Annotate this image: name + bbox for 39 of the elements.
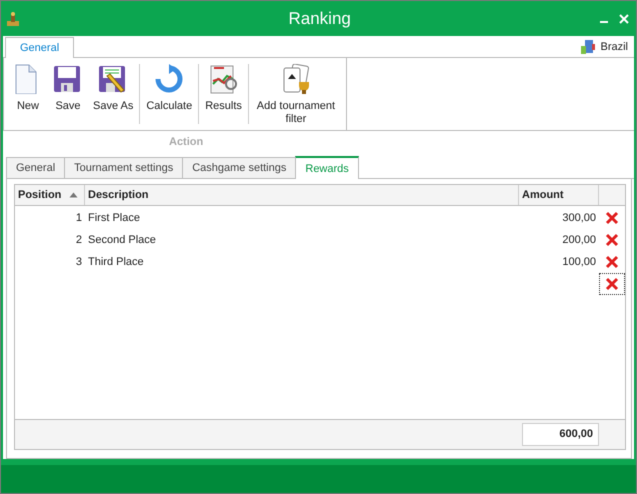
toolbar-button[interactable]: Save [48,64,88,113]
delete-icon[interactable] [605,233,619,247]
total-field: 600,00 [522,423,599,446]
tab[interactable]: Cashgame settings [182,157,296,178]
ribbon-tab[interactable]: General [5,37,74,58]
region-label[interactable]: Brazil [600,41,628,53]
delete-icon[interactable] [605,277,619,291]
table-cell-text: 2 [74,234,83,246]
delete-button[interactable] [599,273,625,295]
cards-trophy-icon [280,64,311,94]
app-icon [5,10,21,26]
chart-sheet-icon [208,64,239,94]
table-cell-text: 3 [74,256,83,268]
tab[interactable]: Rewards [295,156,359,179]
toolbar-button[interactable]: New [8,64,48,113]
tab[interactable]: Tournament settings [64,157,184,178]
column-header[interactable]: Description [85,185,519,205]
table-cell-text: 1 [74,212,83,224]
window-title: Ranking [288,8,348,28]
toolbar-button[interactable]: Add tournament filter [250,64,342,126]
tab[interactable]: General [6,157,66,178]
toolbar-button[interactable]: Calculate [141,64,198,113]
table-cell-text: First Place [87,212,141,224]
table-cell-text: Third Place [87,256,145,268]
toolbar-button[interactable]: Save As [88,64,138,113]
sort-ascending-icon [69,192,78,198]
close-icon[interactable] [618,12,630,24]
toolbar-button[interactable]: Results [200,64,247,113]
group-label: Action [169,136,204,148]
delete-icon[interactable] [605,211,619,225]
circular-arrow-icon [154,64,184,94]
table-cell-text: 300,00 [561,212,597,224]
table-cell-text: 100,00 [561,256,597,268]
table-cell-text: Second Place [87,234,157,246]
books-icon [580,39,596,55]
column-header[interactable]: Position [15,185,85,205]
table-cell-text: 200,00 [561,234,597,246]
column-header[interactable]: Amount [519,185,599,205]
delete-icon[interactable] [605,255,619,269]
